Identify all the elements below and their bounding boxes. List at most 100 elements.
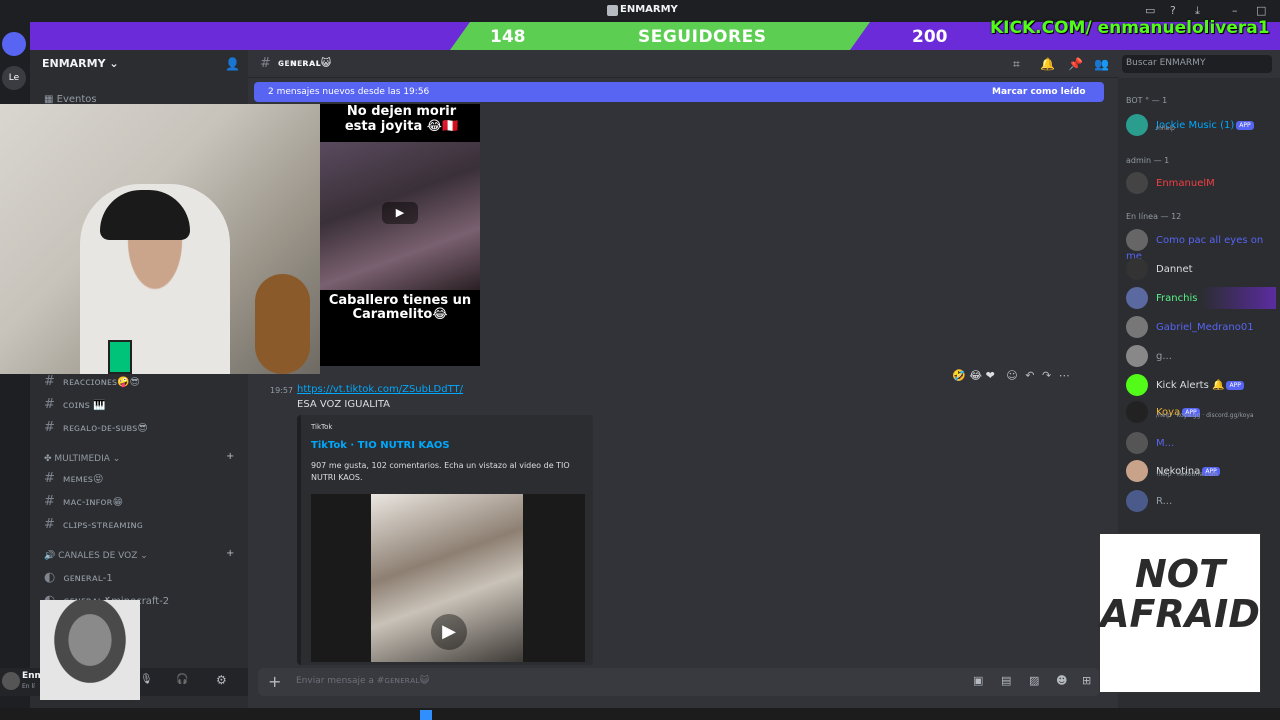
new-messages-text: 2 mensajes nuevos desde las 19:56 [268, 87, 430, 97]
message-text: ESA VOZ IGUALITA [297, 399, 390, 410]
reply-icon[interactable]: ↶ [1025, 369, 1034, 382]
apps-icon[interactable]: ⊞ [1082, 674, 1091, 687]
heart-reaction-icon[interactable]: ❤ [986, 369, 995, 382]
link-embed: TikTok TikTok · TIO NUTRI KAOS 907 me gu… [297, 415, 593, 665]
voice-channel-item[interactable]: ◐ ɢᴇɴᴇʀᴀʟ-1 [44, 570, 113, 585]
guitar [255, 274, 310, 374]
joy-reaction-icon[interactable]: 😂 [969, 369, 982, 382]
add-reaction-icon[interactable]: ☺ [1006, 369, 1017, 382]
home-icon[interactable] [2, 32, 26, 56]
member-group-header: BOT ° — 1 [1126, 96, 1168, 105]
gift-icon[interactable]: ▣ [973, 674, 983, 687]
play-icon[interactable]: ▶ [382, 202, 418, 224]
channel-item[interactable]: # ʀᴇɢᴀʟᴏ-ᴅᴇ-ꜱᴜʙꜱ😎 [44, 420, 148, 435]
avatar [1126, 229, 1148, 251]
member-item[interactable]: Franchis [1126, 287, 1276, 309]
member-item[interactable]: Gabriel_Medrano01 [1126, 316, 1254, 338]
threads-icon[interactable]: ⌗ [1013, 57, 1020, 72]
member-item[interactable]: Koya APP/help · koya.gg · discord.gg/koya [1126, 401, 1254, 423]
download-icon[interactable]: ⤓ [1195, 4, 1200, 18]
gif-icon[interactable]: ▤ [1001, 674, 1011, 687]
hash-icon: # [44, 420, 55, 435]
avatar [1126, 345, 1148, 367]
forward-icon[interactable]: ↷ [1042, 369, 1051, 382]
channel-item[interactable]: # ʀᴇᴀᴄᴄɪᴏɴᴇꜱ🤪😎 [44, 374, 140, 389]
maximize-icon[interactable]: □ [1256, 4, 1266, 17]
embed-title[interactable]: TikTok · TIO NUTRI KAOS [311, 440, 450, 451]
video-embed[interactable]: No dejen morir esta joyita 😂🇵🇪 ▶ Caballe… [320, 104, 480, 366]
inbox-icon[interactable]: ▭ [1145, 4, 1155, 17]
streamer-avatar-overlay [40, 600, 140, 700]
message-link[interactable]: https://vt.tiktok.com/ZSubLDdTT/ [297, 384, 463, 395]
embed-provider: TikTok [311, 423, 333, 431]
server-name[interactable]: ENMARMY ⌄ [42, 57, 119, 70]
member-item[interactable]: EnmanuelM [1126, 172, 1215, 194]
hash-icon: # [44, 517, 55, 532]
follower-label: SEGUIDORES [638, 27, 767, 47]
member-item[interactable]: Kick Alerts 🔔 APP [1126, 374, 1244, 396]
mark-read-button[interactable]: Marcar como leído [992, 87, 1086, 97]
add-channel-icon[interactable]: + [226, 548, 234, 559]
message-timestamp: 19:57 [270, 386, 294, 395]
pin-icon[interactable]: 📌 [1068, 57, 1083, 71]
microphone-icon[interactable]: 🎙 [140, 674, 153, 685]
embed-description: 907 me gusta, 102 comentarios. Echa un v… [311, 461, 570, 482]
green-can [108, 340, 132, 374]
video-caption-top: No dejen morir esta joyita 😂🇵🇪 [344, 104, 459, 134]
channel-item[interactable]: # ᴄʟɪᴘꜱ-ꜱᴛʀᴇᴀᴍɪɴɢ [44, 517, 143, 532]
help-icon[interactable]: ? [1170, 4, 1176, 17]
sticker-icon[interactable]: ▨ [1029, 674, 1039, 687]
chat-header: # ɢᴇɴᴇʀᴀʟ😺 ⌗ 🔔 📌 👥 [248, 50, 1118, 78]
video-frame: ▶ [320, 142, 480, 290]
avatar [1126, 401, 1148, 423]
laugh-reaction-icon[interactable]: 🤣 [952, 369, 966, 382]
member-item[interactable]: R... [1126, 490, 1172, 512]
member-item[interactable]: g... [1126, 345, 1172, 367]
hash-icon: # [260, 56, 271, 71]
speaker-icon: ◐ [44, 570, 56, 585]
member-item[interactable]: Nekotina APP !help · nekotina.com [1126, 460, 1220, 482]
more-icon[interactable]: ⋯ [1059, 369, 1070, 382]
headphones-icon[interactable]: 🎧 [176, 674, 188, 685]
avatar[interactable] [2, 672, 20, 690]
avatar [1126, 374, 1148, 396]
new-messages-bar[interactable]: 2 mensajes nuevos desde las 19:56 Marcar… [254, 82, 1104, 102]
message-composer[interactable]: + Enviar mensaje a #ɢᴇɴᴇʀᴀʟ😺 ▣ ▤ ▨ ☻ ⊞ [258, 668, 1100, 696]
channel-item[interactable]: # ᴄᴏɪɴꜱ 🎹 [44, 397, 105, 412]
add-channel-icon[interactable]: + [226, 451, 234, 462]
members-icon[interactable]: 👥 [1094, 57, 1109, 71]
emoji-icon[interactable]: ☻ [1056, 674, 1067, 687]
start-icon[interactable] [420, 710, 432, 720]
video-caption-bottom: Caballero tienes un Caramelito😂 [328, 293, 472, 322]
channel-item[interactable]: # ᴍᴇᴍᴇꜱ😝 [44, 471, 103, 486]
discord-logo-icon [607, 5, 618, 16]
embed-thumbnail[interactable]: ▶ [311, 494, 585, 662]
play-icon[interactable]: ▶ [431, 614, 467, 650]
member-item[interactable]: Dannet [1126, 258, 1193, 280]
member-item[interactable]: Jockie Music (1) APP mhelp [1126, 114, 1254, 136]
composer-placeholder: Enviar mensaje a #ɢᴇɴᴇʀᴀʟ😺 [296, 676, 430, 686]
category-voice[interactable]: 🔊 CANALES DE VOZ ⌄ [44, 551, 148, 561]
settings-icon[interactable]: ⚙ [216, 673, 227, 687]
minimize-icon[interactable]: – [1232, 4, 1238, 17]
os-taskbar [0, 708, 1280, 720]
bell-icon[interactable]: 🔔 [1040, 57, 1055, 71]
app-badge: APP [1236, 120, 1254, 130]
server-icon[interactable]: Le [2, 66, 26, 90]
add-member-icon[interactable]: 👤 [225, 57, 240, 71]
attach-plus-icon[interactable]: + [268, 672, 281, 691]
window-title: ENMARMY [620, 4, 678, 15]
member-sub: /help · koya.gg · discord.gg/koya [1156, 412, 1254, 419]
hash-icon: # [44, 494, 55, 509]
member-group-header: En línea — 12 [1126, 212, 1182, 221]
hash-icon: # [44, 374, 55, 389]
user-status: En lí [22, 683, 35, 690]
search-input[interactable]: Buscar ENMARMY [1122, 55, 1272, 73]
member-item[interactable]: M... [1126, 432, 1174, 454]
member-group-header: admin — 1 [1126, 156, 1170, 165]
member-sub: !help · nekotina.com [1156, 471, 1218, 478]
follower-goal: 200 [912, 27, 948, 47]
app-badge: APP [1226, 380, 1244, 390]
channel-item[interactable]: # ᴍᴀᴄ-ɪɴꜰᴏʀ😁 [44, 494, 123, 509]
category-multimedia[interactable]: ✤ MULTIMEDIA ⌄ [44, 454, 120, 464]
